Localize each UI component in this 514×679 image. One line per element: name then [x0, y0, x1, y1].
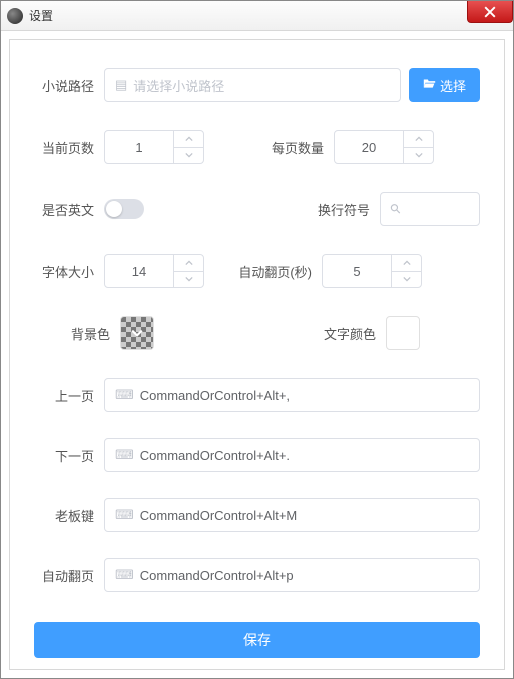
chevron-down-icon: [185, 275, 193, 283]
label-bg-color: 背景色: [34, 324, 120, 343]
settings-form: 小说路径 ▤ 请选择小说路径 选择 当前页数 1 每页: [9, 39, 505, 670]
document-icon: ▤: [115, 77, 127, 93]
current-page-input[interactable]: 1: [104, 130, 204, 164]
line-break-input[interactable]: ⚲: [380, 192, 480, 226]
choose-button-label: 选择: [440, 76, 466, 95]
next-page-value: CommandOrControl+Alt+.: [140, 448, 290, 463]
label-current-page: 当前页数: [34, 138, 104, 157]
prev-page-value: CommandOrControl+Alt+,: [140, 388, 290, 403]
save-button[interactable]: 保存: [34, 622, 480, 658]
auto-flip-sec-input[interactable]: 5: [322, 254, 422, 288]
app-icon: [7, 8, 23, 24]
window-title: 设置: [29, 7, 53, 24]
titlebar: 设置: [1, 1, 513, 31]
label-is-english: 是否英文: [34, 200, 104, 219]
novel-path-input[interactable]: ▤ 请选择小说路径: [104, 68, 401, 102]
font-size-input[interactable]: 14: [104, 254, 204, 288]
close-button[interactable]: [467, 1, 513, 23]
font-size-value: 14: [105, 264, 173, 279]
is-english-toggle[interactable]: [104, 199, 144, 219]
per-page-up[interactable]: [404, 131, 433, 148]
current-page-up[interactable]: [174, 131, 203, 148]
label-next-page: 下一页: [34, 446, 104, 465]
font-size-up[interactable]: [174, 255, 203, 272]
per-page-input[interactable]: 20: [334, 130, 434, 164]
label-auto-flip-sec: 自动翻页(秒): [232, 262, 322, 281]
chevron-up-icon: [185, 135, 193, 143]
chevron-up-icon: [415, 135, 423, 143]
novel-path-placeholder: 请选择小说路径: [133, 76, 224, 95]
label-prev-page: 上一页: [34, 386, 104, 405]
chevron-up-icon: [185, 259, 193, 267]
keyboard-icon: ⌨: [115, 387, 134, 403]
prev-page-input[interactable]: ⌨ CommandOrControl+Alt+,: [104, 378, 480, 412]
text-color-picker[interactable]: [386, 316, 420, 350]
auto-flip-sec-down[interactable]: [392, 272, 421, 288]
current-page-value: 1: [105, 140, 173, 155]
keyboard-icon: ⌨: [115, 567, 134, 583]
paperclip-icon: ⚲: [387, 200, 405, 218]
auto-flip-sec-value: 5: [323, 264, 391, 279]
label-per-page: 每页数量: [264, 138, 334, 157]
label-auto-flip: 自动翻页: [34, 566, 104, 585]
per-page-down[interactable]: [404, 148, 433, 164]
boss-key-input[interactable]: ⌨ CommandOrControl+Alt+M: [104, 498, 480, 532]
label-line-break: 换行符号: [310, 200, 380, 219]
save-button-label: 保存: [243, 632, 271, 648]
label-text-color: 文字颜色: [306, 324, 386, 343]
auto-flip-input[interactable]: ⌨ CommandOrControl+Alt+p: [104, 558, 480, 592]
chevron-down-icon: [403, 275, 411, 283]
folder-open-icon: [423, 77, 436, 93]
chevron-down-icon: [131, 327, 143, 339]
next-page-input[interactable]: ⌨ CommandOrControl+Alt+.: [104, 438, 480, 472]
auto-flip-sec-up[interactable]: [392, 255, 421, 272]
label-novel-path: 小说路径: [34, 76, 104, 95]
settings-window: 设置 小说路径 ▤ 请选择小说路径 选择 当前页数 1: [0, 0, 514, 679]
keyboard-icon: ⌨: [115, 507, 134, 523]
close-icon: [484, 6, 496, 18]
current-page-down[interactable]: [174, 148, 203, 164]
boss-key-value: CommandOrControl+Alt+M: [140, 508, 298, 523]
font-size-down[interactable]: [174, 272, 203, 288]
bg-color-picker[interactable]: [120, 316, 154, 350]
auto-flip-value: CommandOrControl+Alt+p: [140, 568, 294, 583]
label-boss-key: 老板键: [34, 506, 104, 525]
per-page-value: 20: [335, 140, 403, 155]
keyboard-icon: ⌨: [115, 447, 134, 463]
chevron-down-icon: [185, 151, 193, 159]
chevron-down-icon: [415, 151, 423, 159]
choose-button[interactable]: 选择: [409, 68, 480, 102]
label-font-size: 字体大小: [34, 262, 104, 281]
chevron-up-icon: [403, 259, 411, 267]
